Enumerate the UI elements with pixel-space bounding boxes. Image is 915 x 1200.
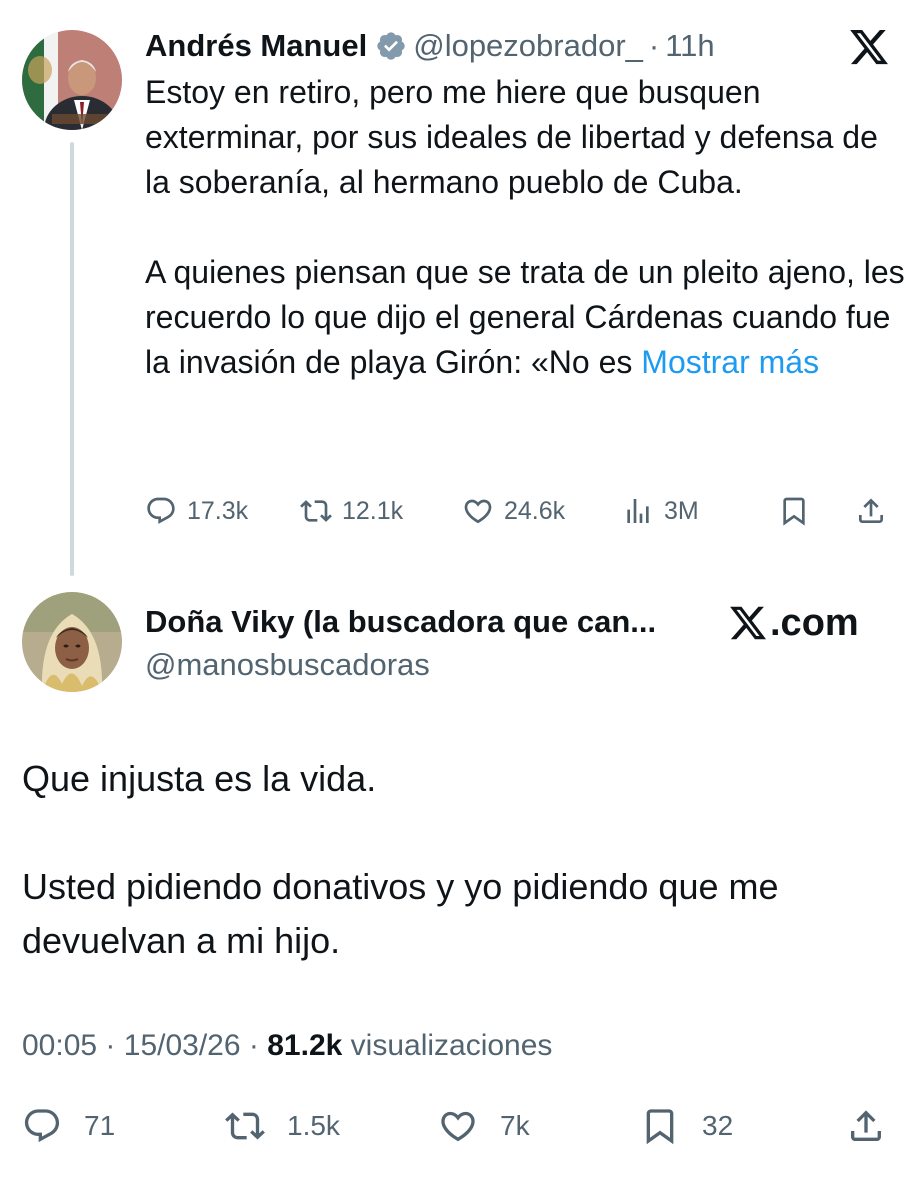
avatar-dona-viky[interactable] [22,592,122,692]
like-button[interactable]: 7k [438,1100,530,1152]
bookmark-count: 32 [702,1110,734,1141]
bookmark-button[interactable]: 32 [640,1100,733,1152]
bookmark-icon [646,1109,674,1145]
views-label: visualizaciones [350,1029,553,1062]
repost-icon [300,500,332,522]
tweet-paragraph: Que injusta es la vida. [22,758,377,799]
tweet-date[interactable]: 15/03/26 [124,1029,241,1062]
repost-button[interactable]: 12.1k [300,487,403,535]
display-name[interactable]: Doña Viky (la buscadora que can... [145,600,656,644]
tweet-time[interactable]: 11h [665,28,714,64]
user-handle[interactable]: @lopezobrador_ [413,28,643,64]
x-logo-icon [730,606,767,640]
separator-dot: · [248,1029,259,1062]
separator-dot: · [105,1029,116,1062]
share-button[interactable] [846,1100,908,1152]
repost-count: 1.5k [287,1110,340,1141]
x-logo-icon[interactable] [848,26,890,68]
avatar-image [22,30,122,130]
thread-connector-line [70,142,74,576]
tweet-text: Estoy en retiro, pero me hiere que busqu… [145,70,905,385]
tweet-time[interactable]: 00:05 [22,1029,97,1062]
separator-dot: · [648,28,660,63]
repost-icon [225,1112,265,1140]
bookmark-icon [783,497,805,526]
tweet-text: Que injusta es la vida. Usted pidiendo d… [22,752,902,968]
share-icon [859,498,883,523]
reply-button[interactable]: 71 [22,1100,115,1152]
views-chart-icon [627,499,649,523]
reply-count: 17.3k [187,496,249,525]
x-com-brand: .com [728,598,859,648]
like-count: 24.6k [504,496,566,525]
show-more-link[interactable]: Mostrar más [641,344,819,380]
reply-icon [24,1109,60,1143]
views-count[interactable]: 81.2k [267,1029,342,1062]
bookmark-button[interactable] [778,487,820,535]
reply-button[interactable]: 17.3k [145,487,248,535]
reply-count: 71 [84,1110,116,1141]
tweet-header: Andrés Manuel @lopezobrador_ · 11h [145,24,715,68]
like-count: 7k [500,1110,530,1141]
repost-button[interactable]: 1.5k [225,1100,340,1152]
views-button[interactable]: 3M [622,487,699,535]
display-name[interactable]: Andrés Manuel [145,28,367,64]
avatar-andres-manuel[interactable] [22,30,122,130]
tweet-paragraph: Estoy en retiro, pero me hiere que busqu… [145,74,878,200]
views-count: 3M [664,496,699,525]
avatar-image [22,592,122,692]
user-handle[interactable]: @manosbuscadoras [145,643,430,687]
tweet-paragraph: Usted pidiendo donativos y yo pidiendo q… [22,866,779,961]
tweet-paragraph: A quienes piensan que se trata de un ple… [145,250,905,385]
heart-icon [464,499,492,524]
brand-domain: .com [770,601,859,644]
reply-icon [147,497,175,524]
repost-count: 12.1k [342,496,404,525]
verified-badge-icon [377,32,405,60]
like-button[interactable]: 24.6k [462,487,565,535]
tweet-meta: 00:05 · 15/03/26 · 81.2k visualizaciones [22,1024,552,1068]
share-icon [851,1110,881,1141]
share-button[interactable] [855,487,897,535]
heart-icon [441,1111,475,1142]
